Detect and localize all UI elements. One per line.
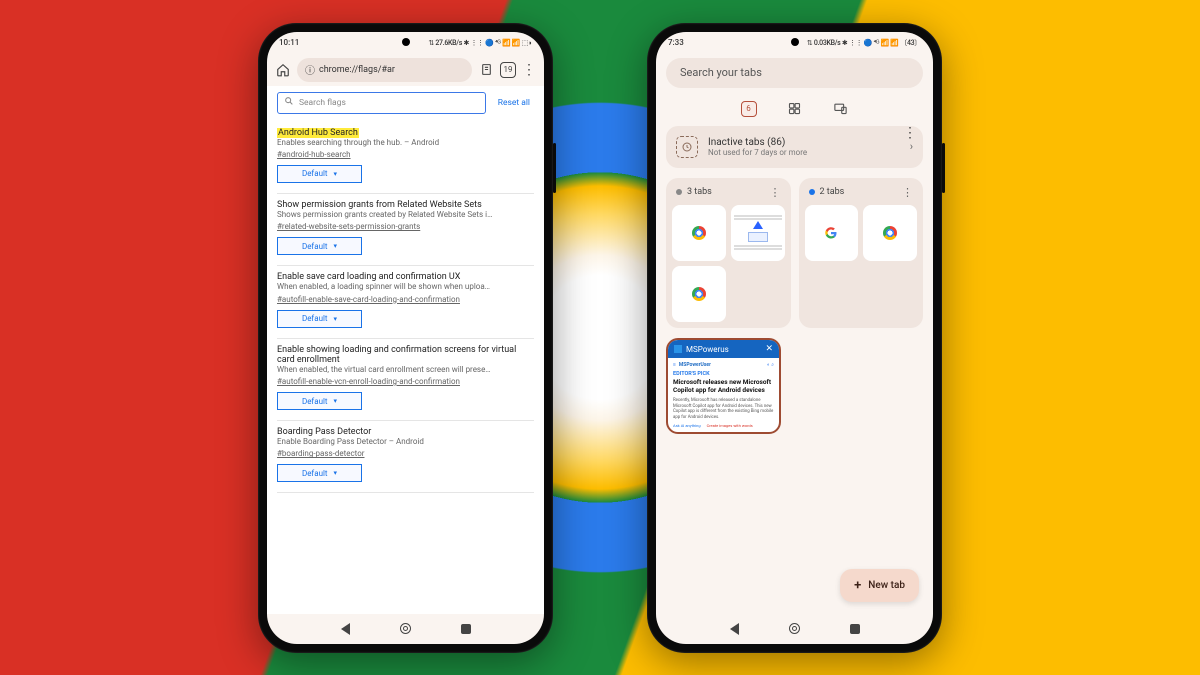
chrome-icon (883, 226, 897, 240)
tab-count-label: 19 (504, 65, 513, 74)
flag-description: Enable Boarding Pass Detector – Android (277, 437, 534, 447)
tab-thumbnail[interactable] (672, 266, 726, 322)
inactive-subtitle: Not used for 7 days or more (708, 148, 900, 157)
active-tab-card[interactable]: MSPowerus ✕ ≡ MSPowerUser ◐ ⌕ EDITOR'S P… (666, 338, 781, 434)
tabs-menu-icon[interactable]: ⋮ (903, 126, 917, 140)
google-icon (825, 227, 837, 239)
home-button[interactable] (400, 623, 412, 635)
tab-group-1[interactable]: 3 tabs ⋮ (666, 178, 791, 329)
flag-description: When enabled, the virtual card enrollmen… (277, 365, 534, 375)
info-icon: ⓘ (305, 62, 315, 77)
flag-title: Android Hub Search (277, 128, 359, 138)
flag-anchor[interactable]: #autofill-enable-save-card-loading-and-c… (277, 295, 534, 304)
tab-synced[interactable] (832, 100, 850, 118)
url-bar[interactable]: ⓘ chrome://flags/#ar (297, 58, 472, 82)
tab-thumbnail[interactable] (863, 205, 917, 261)
new-tab-label: New tab (868, 580, 905, 591)
search-tabs-input[interactable]: Search your tabs (666, 58, 923, 88)
back-button[interactable] (340, 623, 352, 635)
browser-toolbar: ⓘ chrome://flags/#ar 19 ⋮ (267, 54, 544, 86)
flag-anchor[interactable]: #android-hub-search (277, 150, 534, 159)
tab-standard[interactable]: 6 (740, 100, 758, 118)
flag-item: Enable save card loading and confirmatio… (277, 266, 534, 338)
tab-thumbnail[interactable] (805, 205, 859, 261)
chrome-icon (692, 226, 706, 240)
tab-thumbnail-empty (805, 266, 859, 322)
active-tab-title: MSPowerus (686, 345, 729, 354)
menu-icon[interactable]: ⋮ (522, 63, 536, 77)
article-link-1: Ask AI anything (673, 423, 701, 428)
group-label: 2 tabs (820, 187, 845, 197)
inactive-icon (676, 136, 698, 158)
standard-tab-count: 6 (741, 101, 757, 117)
inactive-title: Inactive tabs (86) (708, 137, 900, 148)
flag-dropdown[interactable]: Default (277, 237, 362, 255)
status-time: 7:33 (668, 38, 684, 47)
flag-dropdown[interactable]: Default (277, 165, 362, 183)
flag-title: Enable save card loading and confirmatio… (277, 272, 460, 282)
editors-pick-label: EDITOR'S PICK (673, 371, 774, 377)
site-name: MSPowerUser (679, 362, 711, 368)
recents-button[interactable] (849, 623, 861, 635)
inactive-tabs-card[interactable]: Inactive tabs (86) Not used for 7 days o… (666, 126, 923, 168)
flag-dropdown[interactable]: Default (277, 464, 362, 482)
tab-switcher-button[interactable]: 19 (500, 62, 516, 78)
home-button[interactable] (789, 623, 801, 635)
tab-thumbnail[interactable] (731, 205, 785, 261)
recents-button[interactable] (460, 623, 472, 635)
flag-dropdown[interactable]: Default (277, 392, 362, 410)
group-color-dot (809, 189, 815, 195)
flag-anchor[interactable]: #autofill-enable-vcn-enroll-loading-and-… (277, 377, 534, 386)
chevron-right-icon: › (910, 140, 913, 153)
flag-item: Boarding Pass DetectorEnable Boarding Pa… (277, 421, 534, 493)
flag-title: Boarding Pass Detector (277, 427, 371, 437)
group-label: 3 tabs (687, 187, 712, 197)
flag-dropdown[interactable]: Default (277, 310, 362, 328)
flag-title: Enable showing loading and confirmation … (277, 345, 516, 365)
tab-thumbnail-empty (731, 266, 785, 322)
group-menu-icon[interactable]: ⋮ (902, 186, 913, 199)
android-navbar (656, 614, 933, 644)
tab-thumbnail[interactable] (672, 205, 726, 261)
group-color-dot (676, 189, 682, 195)
plus-icon: + (854, 578, 861, 593)
flags-page: Search flags Reset all Android Hub Searc… (267, 86, 544, 614)
android-navbar (267, 614, 544, 644)
search-placeholder: Search flags (299, 98, 346, 108)
tab-mode-switcher: 6 (656, 96, 933, 126)
flag-description: Shows permission grants created by Relat… (277, 210, 534, 220)
search-flags-input[interactable]: Search flags (277, 92, 486, 114)
flag-anchor[interactable]: #boarding-pass-detector (277, 449, 534, 458)
phone-left: 10:11 ⇅ 27.6KB/s ✱ ⋮⋮ 🔵 ⁴ᴳ 📶 📶 ⬚◗ ⓘ chro… (258, 23, 553, 653)
status-time: 10:11 (279, 38, 299, 47)
new-tab-button[interactable]: + New tab (840, 569, 919, 602)
flag-item: Show permission grants from Related Webs… (277, 194, 534, 266)
tab-thumbnail-empty (863, 266, 917, 322)
home-icon[interactable] (275, 62, 291, 78)
favicon (674, 345, 682, 353)
tab-group-2[interactable]: 2 tabs ⋮ (799, 178, 924, 329)
article-headline: Microsoft releases new Microsoft Copilot… (673, 379, 774, 395)
flag-item: Enable showing loading and confirmation … (277, 339, 534, 421)
flag-description: Enables searching through the hub. – And… (277, 138, 534, 148)
flag-description: When enabled, a loading spinner will be … (277, 282, 534, 292)
status-icons: ⇅ 27.6KB/s ✱ ⋮⋮ 🔵 ⁴ᴳ 📶 📶 ⬚◗ (428, 39, 532, 47)
reader-icon[interactable] (478, 62, 494, 78)
url-text: chrome://flags/#ar (319, 65, 395, 75)
flag-anchor[interactable]: #related-website-sets-permission-grants (277, 222, 534, 231)
article-excerpt: Recently, Microsoft has released a stand… (673, 398, 774, 420)
phone-right: 7:33 ⇅ 0.03KB/s ✱ ⋮⋮ 🔵 ⁴ᴳ 📶 📶 〔43〕 Searc… (647, 23, 942, 653)
reset-all-button[interactable]: Reset all (494, 92, 534, 114)
search-tabs-placeholder: Search your tabs (680, 66, 762, 79)
back-button[interactable] (729, 623, 741, 635)
chrome-icon (692, 287, 706, 301)
tab-incognito[interactable] (786, 100, 804, 118)
flag-title: Show permission grants from Related Webs… (277, 200, 482, 210)
group-menu-icon[interactable]: ⋮ (770, 186, 781, 199)
flag-item: Android Hub SearchEnables searching thro… (277, 122, 534, 194)
article-link-2: Create images with words (707, 423, 753, 428)
search-icon (284, 96, 294, 109)
status-icons: ⇅ 0.03KB/s ✱ ⋮⋮ 🔵 ⁴ᴳ 📶 📶 〔43〕 (807, 38, 921, 48)
close-tab-icon[interactable]: ✕ (765, 344, 773, 354)
